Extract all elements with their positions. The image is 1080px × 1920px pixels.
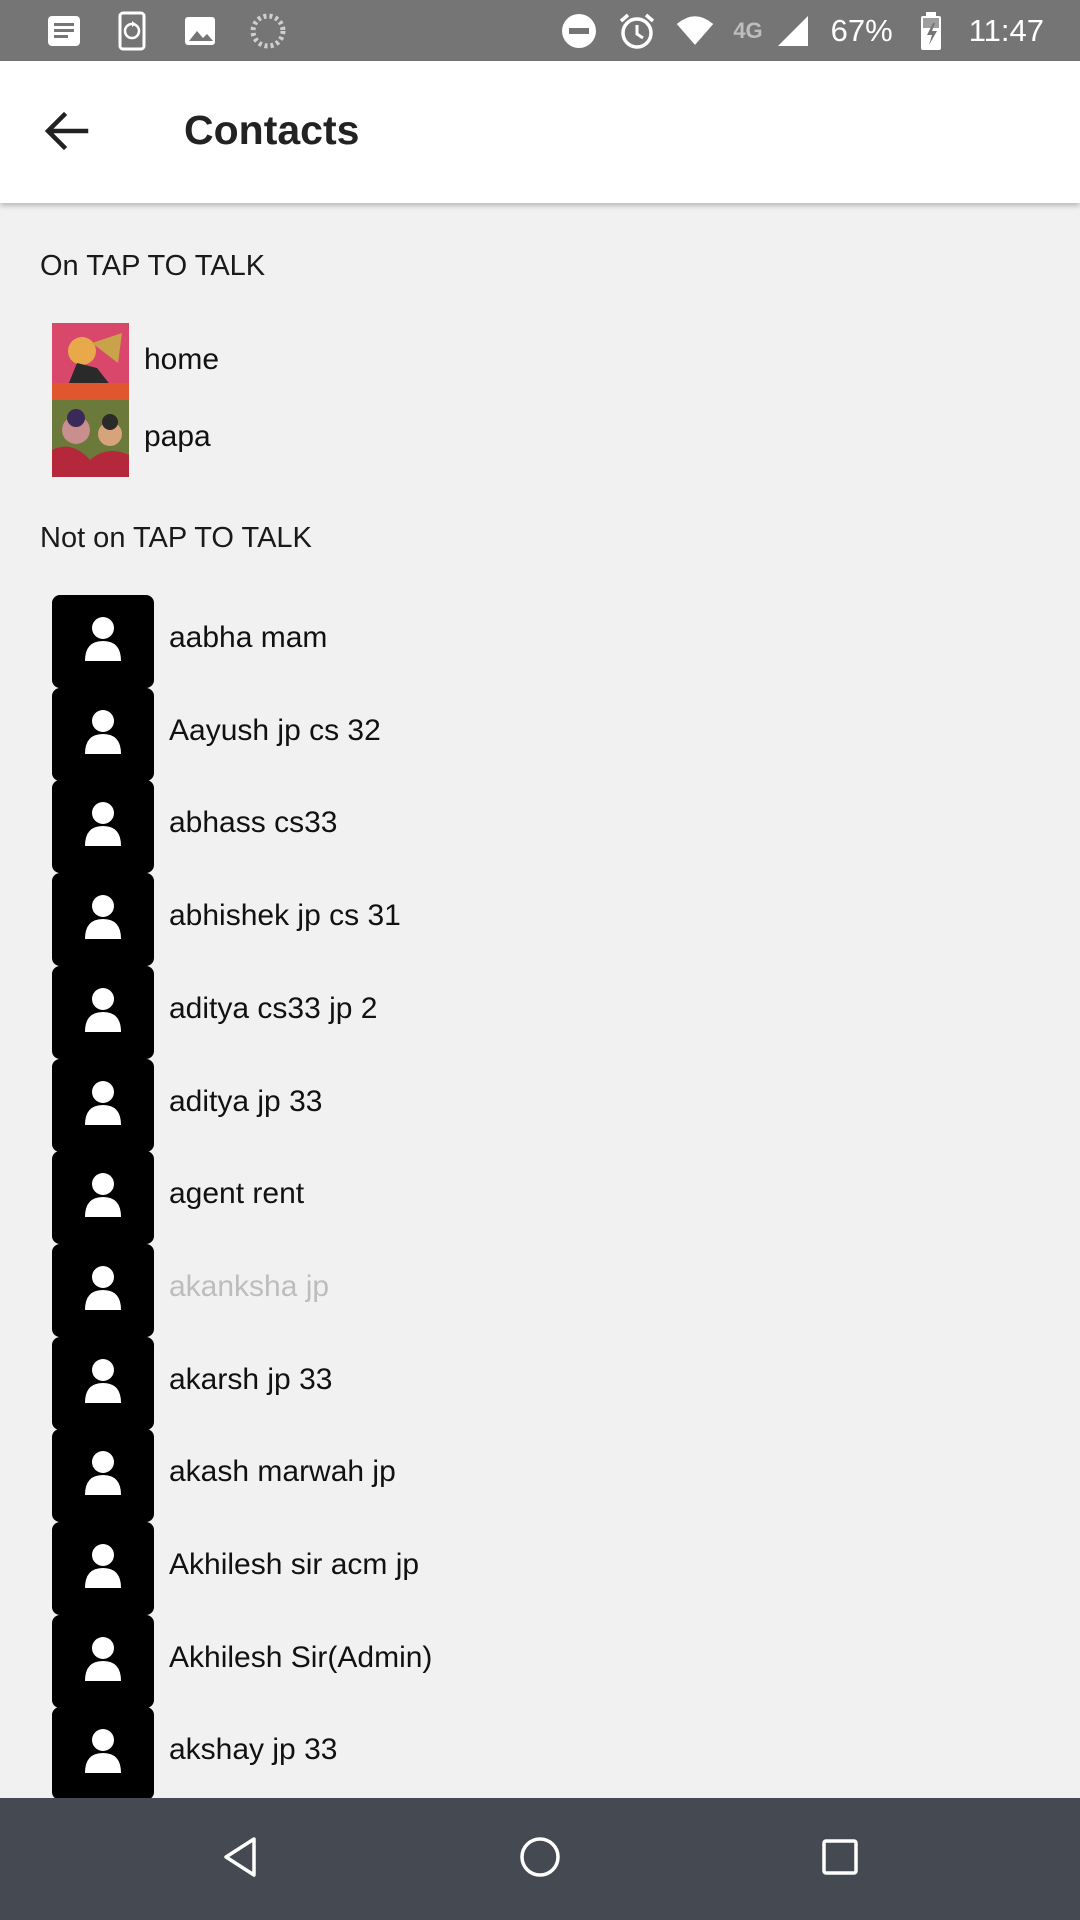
navigation-bar bbox=[0, 1798, 1080, 1920]
contact-row[interactable]: abhishek jp cs 31 bbox=[52, 873, 952, 967]
person-icon bbox=[83, 1727, 123, 1780]
loading-icon bbox=[248, 11, 288, 51]
nav-back-button[interactable] bbox=[200, 1819, 280, 1899]
person-icon bbox=[83, 1171, 123, 1224]
person-icon bbox=[83, 1264, 123, 1317]
avatar bbox=[52, 687, 154, 781]
avatar bbox=[52, 1058, 154, 1152]
avatar bbox=[52, 1522, 154, 1615]
avatar bbox=[52, 1707, 154, 1798]
avatar bbox=[52, 1243, 154, 1337]
person-icon bbox=[83, 986, 123, 1039]
contact-name: aditya cs33 jp 2 bbox=[169, 991, 378, 1025]
avatar bbox=[52, 1151, 154, 1245]
signal-icon bbox=[773, 11, 813, 51]
contact-name: akash marwah jp bbox=[169, 1455, 396, 1489]
contact-name: akarsh jp 33 bbox=[169, 1362, 333, 1396]
battery-percent: 67% bbox=[830, 12, 893, 48]
nav-home-button[interactable] bbox=[500, 1819, 580, 1899]
on-app-heading: On TAP TO TALK bbox=[40, 250, 266, 282]
status-bar: 4G 67% 11:47 bbox=[0, 0, 1080, 61]
contact-row[interactable]: akarsh jp 33 bbox=[52, 1336, 952, 1430]
clock: 11:47 bbox=[968, 12, 1044, 48]
avatar bbox=[52, 1336, 154, 1430]
contact-name: abhishek jp cs 31 bbox=[169, 899, 401, 933]
avatar bbox=[52, 965, 154, 1059]
person-icon bbox=[83, 708, 123, 761]
app-bar: Contacts bbox=[0, 61, 1080, 203]
screen: 4G 67% 11:47 Contacts On TAP TO TALK hom… bbox=[0, 0, 1080, 1920]
nav-recents-button[interactable] bbox=[800, 1819, 880, 1899]
wifi-icon bbox=[675, 11, 715, 51]
battery-charging-icon bbox=[911, 11, 951, 51]
avatar bbox=[52, 595, 154, 688]
nav-home-icon bbox=[518, 1835, 562, 1884]
contact-name: Akhilesh Sir(Admin) bbox=[169, 1640, 433, 1674]
arrow-left-icon bbox=[42, 110, 90, 157]
contact-row[interactable]: aabha mam bbox=[52, 595, 952, 688]
contact-name: agent rent bbox=[169, 1177, 305, 1211]
contact-name: Aayush jp cs 32 bbox=[169, 713, 381, 747]
avatar bbox=[52, 1429, 154, 1523]
contact-name: aditya jp 33 bbox=[169, 1084, 323, 1118]
contact-row[interactable]: abhass cs33 bbox=[52, 780, 952, 874]
person-icon bbox=[83, 1079, 123, 1132]
alarm-icon bbox=[617, 11, 657, 51]
contact-name: home bbox=[144, 343, 220, 376]
contact-row[interactable]: aditya jp 33 bbox=[52, 1058, 952, 1152]
contacts-list[interactable]: On TAP TO TALK home papa Not on TAP TO T… bbox=[0, 203, 1080, 1798]
avatar bbox=[52, 873, 154, 967]
not-on-app-heading: Not on TAP TO TALK bbox=[40, 522, 312, 554]
avatar bbox=[52, 780, 154, 874]
page-title: Contacts bbox=[184, 107, 360, 153]
back-button[interactable] bbox=[26, 93, 106, 173]
nav-recents-icon bbox=[821, 1838, 859, 1881]
status-bar-right: 4G 67% 11:47 bbox=[559, 0, 1044, 61]
contact-row[interactable]: akshay jp 33 bbox=[52, 1707, 952, 1798]
contact-row[interactable]: agent rent bbox=[52, 1151, 952, 1245]
person-icon bbox=[83, 1449, 123, 1502]
notes-icon bbox=[44, 11, 84, 51]
contact-name: papa bbox=[144, 420, 211, 453]
contact-row[interactable]: Akhilesh sir acm jp bbox=[52, 1522, 952, 1615]
on-app-contact-home[interactable]: home bbox=[52, 323, 752, 400]
dnd-icon bbox=[559, 11, 599, 51]
contact-photo bbox=[52, 323, 129, 400]
image-icon bbox=[180, 11, 220, 51]
person-icon bbox=[83, 800, 123, 853]
nav-back-icon bbox=[220, 1835, 260, 1884]
contact-name: akshay jp 33 bbox=[169, 1733, 338, 1767]
contact-name: abhass cs33 bbox=[169, 806, 338, 840]
network-type: 4G bbox=[733, 17, 763, 43]
person-icon bbox=[83, 1635, 123, 1688]
contact-photo bbox=[52, 400, 129, 477]
person-icon bbox=[83, 615, 123, 668]
contact-name: Akhilesh sir acm jp bbox=[169, 1548, 420, 1581]
contact-name: aabha mam bbox=[169, 621, 328, 654]
contact-row[interactable]: akash marwah jp bbox=[52, 1429, 952, 1523]
contact-name: akanksha jp bbox=[169, 1269, 330, 1303]
contact-row[interactable]: aditya cs33 jp 2 bbox=[52, 965, 952, 1059]
contact-row[interactable]: Aayush jp cs 32 bbox=[52, 687, 952, 781]
person-icon bbox=[83, 1542, 123, 1595]
status-bar-left bbox=[44, 0, 288, 61]
on-app-contact-papa[interactable]: papa bbox=[52, 400, 752, 477]
contact-row[interactable]: Akhilesh Sir(Admin) bbox=[52, 1614, 952, 1708]
avatar bbox=[52, 1614, 154, 1708]
person-icon bbox=[83, 893, 123, 946]
contact-row[interactable]: akanksha jp bbox=[52, 1243, 952, 1337]
phone-sync-icon bbox=[112, 11, 152, 51]
person-icon bbox=[83, 1357, 123, 1410]
